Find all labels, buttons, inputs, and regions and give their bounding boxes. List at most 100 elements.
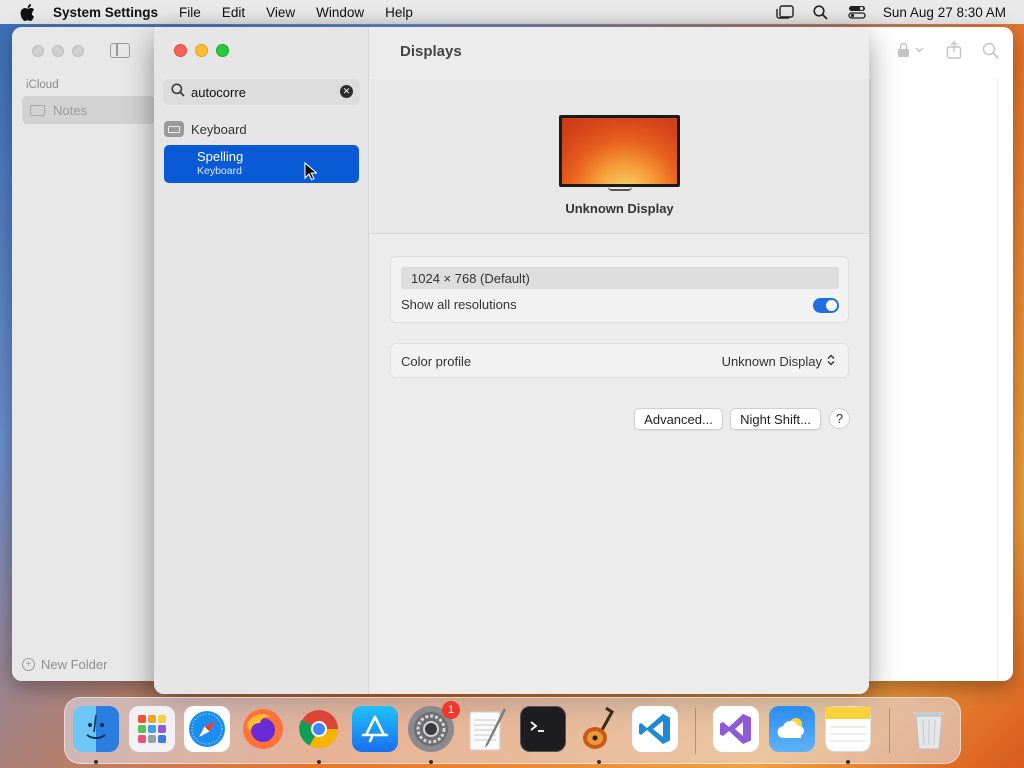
dock-separator xyxy=(889,708,890,754)
dock-vscode[interactable] xyxy=(632,706,678,752)
notes-icon xyxy=(826,707,870,742)
textedit-icon xyxy=(469,708,506,751)
menu-bar: System Settings File Edit View Window He… xyxy=(0,0,1024,24)
dock-chrome[interactable] xyxy=(296,706,342,752)
chevron-up-down-icon xyxy=(826,353,836,370)
trash-icon xyxy=(914,712,944,750)
chrome-icon xyxy=(299,710,339,749)
dock-visual-studio[interactable] xyxy=(713,706,759,752)
garageband-icon xyxy=(583,706,614,749)
visual-studio-icon xyxy=(720,714,751,744)
color-profile-card: Color profile Unknown Display xyxy=(390,343,849,378)
color-profile-value: Unknown Display xyxy=(721,354,822,369)
dock-running-dot xyxy=(317,760,321,764)
page-title: Displays xyxy=(400,43,462,60)
search-result-spelling[interactable]: Spelling Keyboard xyxy=(164,145,359,183)
display-name: Unknown Display xyxy=(565,201,674,216)
menu-window[interactable]: Window xyxy=(316,5,364,20)
display-preview: Unknown Display xyxy=(370,79,869,234)
dock-system-settings[interactable]: 1 xyxy=(408,701,460,752)
close-button[interactable] xyxy=(174,44,187,57)
dock-running-dot xyxy=(597,760,601,764)
weather-icon xyxy=(777,718,805,738)
menu-file[interactable]: File xyxy=(179,5,201,20)
notes-search-icon[interactable] xyxy=(982,42,999,64)
dock-finder[interactable] xyxy=(73,706,119,752)
plus-circle-icon: + xyxy=(22,658,35,671)
display-stand xyxy=(608,187,632,191)
vscode-icon xyxy=(639,714,670,744)
zoom-button[interactable] xyxy=(216,44,229,57)
dock-terminal[interactable] xyxy=(520,706,566,752)
keyboard-icon xyxy=(164,121,184,137)
dock-safari[interactable] xyxy=(184,706,230,752)
dock-textedit[interactable] xyxy=(464,706,510,752)
dock-running-dot xyxy=(429,760,433,764)
advanced-button[interactable]: Advanced... xyxy=(634,408,723,430)
displays-pane: Displays Unknown Display 1024 × 768 (Def… xyxy=(370,27,869,694)
safari-icon xyxy=(189,711,225,747)
notes-toolbar xyxy=(896,41,999,64)
dock-running-dot xyxy=(846,760,850,764)
notes-editor[interactable] xyxy=(870,79,998,679)
icloud-section-label: iCloud xyxy=(26,79,59,91)
share-icon[interactable] xyxy=(946,41,962,64)
dock-notes[interactable] xyxy=(825,706,871,752)
search-result-keyboard-label: Keyboard xyxy=(191,121,247,137)
control-center-icon[interactable] xyxy=(847,4,867,20)
resolution-option[interactable]: 1024 × 768 (Default) xyxy=(401,267,839,289)
menu-clock[interactable]: Sun Aug 27 8:30 AM xyxy=(883,5,1006,20)
notification-badge: 1 xyxy=(442,701,460,719)
menu-app-name[interactable]: System Settings xyxy=(53,5,158,20)
notes-folder-item[interactable]: Notes xyxy=(22,96,155,124)
show-all-resolutions-toggle[interactable] xyxy=(813,298,839,313)
minimize-button[interactable] xyxy=(195,44,208,57)
dock-garageband[interactable] xyxy=(576,706,622,752)
dock-app-store[interactable] xyxy=(352,706,398,752)
search-result-keyboard[interactable]: Keyboard xyxy=(164,121,247,137)
sidebar-toggle-icon[interactable] xyxy=(110,43,130,58)
menu-help[interactable]: Help xyxy=(385,5,413,20)
finder-icon xyxy=(86,714,106,739)
folder-icon xyxy=(30,104,45,116)
clear-search-icon[interactable]: ✕ xyxy=(340,85,353,98)
search-result-spelling-sublabel: Keyboard xyxy=(197,165,242,177)
night-shift-button[interactable]: Night Shift... xyxy=(730,408,821,430)
system-settings-window: ✕ Keyboard Spelling Keyboard Displays Un… xyxy=(154,27,869,694)
apple-menu-icon[interactable] xyxy=(18,3,36,21)
search-icon xyxy=(171,82,185,102)
dock-weather[interactable] xyxy=(769,706,815,752)
help-button[interactable]: ? xyxy=(829,408,850,429)
notes-zoom-button[interactable] xyxy=(72,45,84,57)
app-store-icon xyxy=(361,715,389,743)
search-input[interactable] xyxy=(191,84,336,100)
mouse-pointer-icon xyxy=(304,161,319,186)
dock-running-dot xyxy=(94,760,98,764)
new-folder-button[interactable]: + New Folder xyxy=(22,657,107,672)
dock-separator xyxy=(695,708,696,754)
dock-launchpad[interactable] xyxy=(129,706,175,752)
new-folder-label: New Folder xyxy=(41,657,108,672)
notes-minimize-button[interactable] xyxy=(52,45,64,57)
terminal-icon xyxy=(530,721,544,732)
menu-view[interactable]: View xyxy=(266,5,295,20)
dock-firefox[interactable] xyxy=(240,706,286,752)
launchpad-icon xyxy=(138,715,166,743)
color-profile-select[interactable]: Unknown Display xyxy=(722,353,836,370)
dock-trash[interactable] xyxy=(906,706,952,752)
display-thumbnail[interactable] xyxy=(559,115,680,187)
notes-sidebar: iCloud Notes + New Folder xyxy=(12,27,155,681)
lock-icon[interactable] xyxy=(896,42,926,63)
menu-edit[interactable]: Edit xyxy=(222,5,245,20)
dock: 1 xyxy=(64,697,961,764)
firefox-icon xyxy=(243,709,283,749)
settings-sidebar: ✕ Keyboard Spelling Keyboard xyxy=(154,27,369,694)
settings-search[interactable]: ✕ xyxy=(163,79,360,105)
window-controls xyxy=(174,44,229,57)
spotlight-icon[interactable] xyxy=(811,4,831,20)
notes-folder-label: Notes xyxy=(53,102,87,118)
stage-manager-icon[interactable] xyxy=(775,4,795,20)
notes-close-button[interactable] xyxy=(32,45,44,57)
notes-window-controls xyxy=(32,45,84,57)
resolution-card: 1024 × 768 (Default) Show all resolution… xyxy=(390,256,849,323)
